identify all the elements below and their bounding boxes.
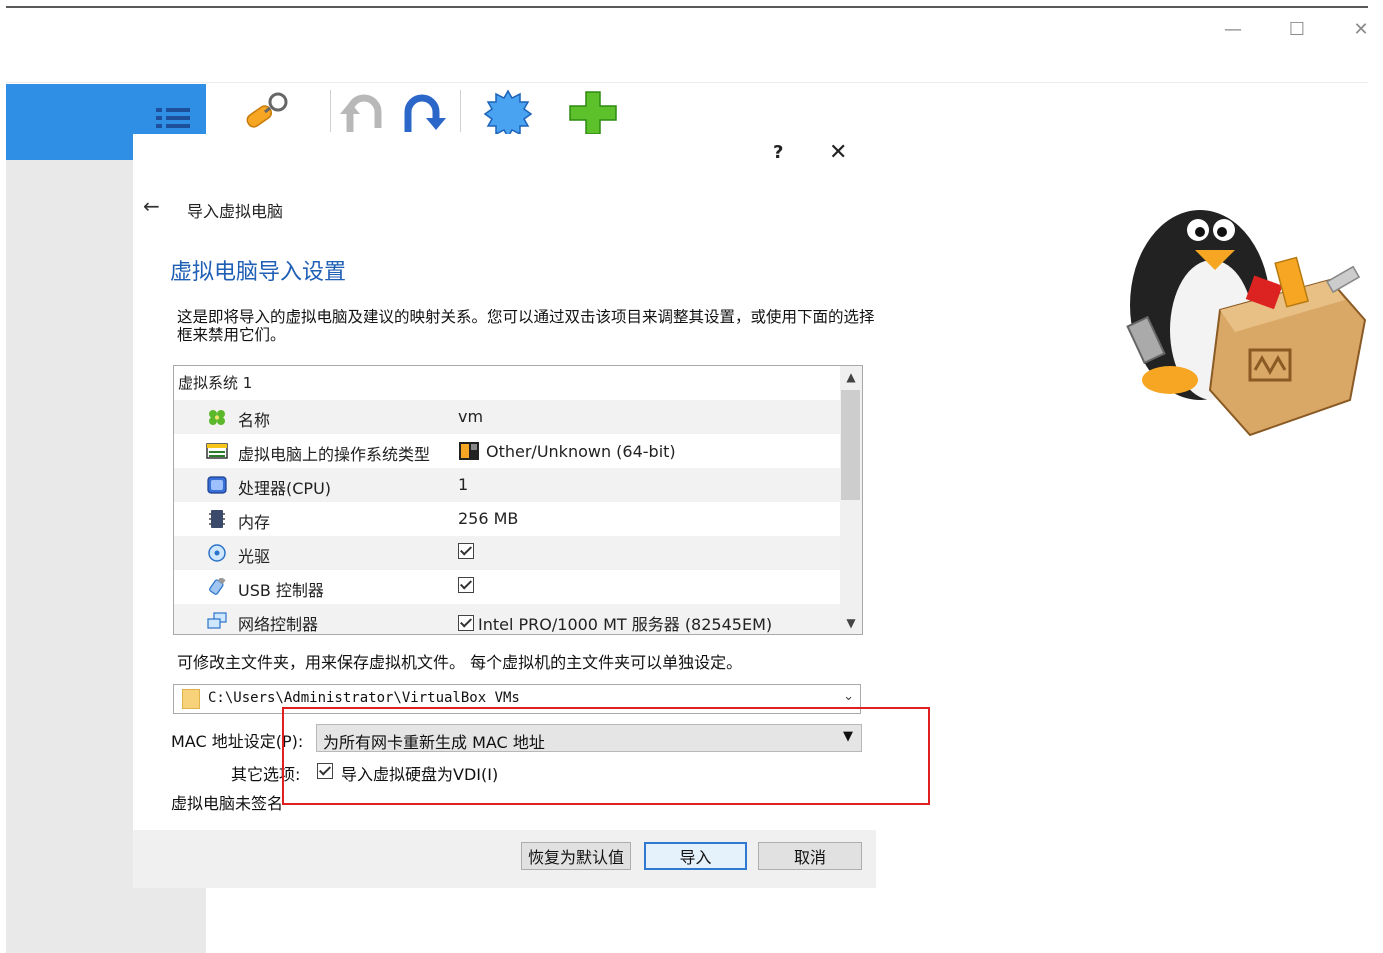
- virtual-system-group[interactable]: 虚拟系统 1: [178, 372, 252, 393]
- appliance-settings-tree[interactable]: 虚拟系统 1 名称 vm 虚拟电脑上的操作系统类型 Other/Unknown …: [173, 365, 863, 635]
- wrench-icon[interactable]: [238, 88, 294, 138]
- restore-defaults-button[interactable]: 恢复为默认值: [521, 842, 631, 870]
- tree-row-value[interactable]: [458, 577, 474, 593]
- help-button[interactable]: ?: [773, 142, 783, 163]
- tree-row-usb[interactable]: USB 控制器: [174, 570, 840, 604]
- gear-icon[interactable]: [480, 88, 536, 138]
- toolbar-divider: [330, 90, 331, 132]
- usb-checkbox[interactable]: [458, 577, 474, 593]
- tree-row-value[interactable]: 1: [458, 475, 468, 494]
- tree-row-optical-drive[interactable]: 光驱: [174, 536, 840, 570]
- tree-row-cpu[interactable]: 处理器(CPU) 1: [174, 468, 840, 502]
- network-checkbox[interactable]: [458, 615, 474, 631]
- tree-row-label: 光驱: [238, 547, 271, 566]
- page-heading: 虚拟电脑导入设置: [170, 260, 347, 285]
- list-icon[interactable]: [146, 88, 202, 138]
- minimize-button[interactable]: —: [1218, 14, 1248, 44]
- tree-row-label: 内存: [238, 513, 271, 532]
- back-arrow-icon[interactable]: ←: [143, 194, 160, 218]
- tree-row-label: 名称: [238, 411, 271, 430]
- tree-row-value[interactable]: vm: [458, 407, 483, 426]
- tree-row-value[interactable]: 256 MB: [458, 509, 518, 528]
- cpu-icon: [207, 476, 227, 494]
- import-button[interactable]: 导入: [644, 842, 747, 870]
- network-icon: [207, 612, 227, 629]
- folder-icon: [182, 689, 200, 709]
- close-dialog-button[interactable]: ✕: [829, 140, 847, 165]
- network-adapter-value: Intel PRO/1000 MT 服务器 (82545EM): [478, 615, 773, 634]
- tree-row-label: 网络控制器: [238, 615, 319, 634]
- tree-row-value[interactable]: Intel PRO/1000 MT 服务器 (82545EM): [458, 611, 773, 634]
- tree-row-name[interactable]: 名称 vm: [174, 400, 840, 434]
- tree-row-label: 虚拟电脑上的操作系统类型: [238, 445, 431, 464]
- toolbar-divider: [460, 90, 461, 132]
- tree-row-value[interactable]: Other/Unknown (64-bit): [458, 441, 676, 461]
- base-folder-note: 可修改主文件夹，用来保存虚拟机文件。 每个虚拟机的主文件夹可以单独设定。: [177, 653, 743, 672]
- tree-row-memory[interactable]: 内存 256 MB: [174, 502, 840, 536]
- tree-row-value[interactable]: [458, 543, 474, 559]
- scroll-down-icon[interactable]: ▼: [840, 612, 862, 634]
- annotation-highlight-box: [282, 707, 930, 805]
- unknown-os-icon: [459, 442, 479, 460]
- tree-scrollbar-thumb[interactable]: [841, 390, 860, 500]
- dialog-title: 导入虚拟电脑: [187, 202, 284, 221]
- chevron-down-icon[interactable]: ⌄: [843, 689, 854, 704]
- optical-drive-icon: [208, 544, 226, 562]
- signature-status: 虚拟电脑未签名: [171, 794, 284, 813]
- cancel-button[interactable]: 取消: [758, 842, 862, 870]
- tree-row-os-type[interactable]: 虚拟电脑上的操作系统类型 Other/Unknown (64-bit): [174, 434, 840, 468]
- os-type-value: Other/Unknown (64-bit): [486, 441, 676, 461]
- description-text: 这是即将导入的虚拟电脑及建议的映射关系。您可以通过双击该项目来调整其设置，或使用…: [177, 308, 875, 344]
- optical-drive-checkbox[interactable]: [458, 543, 474, 559]
- maximize-button[interactable]: ☐: [1282, 14, 1312, 44]
- base-folder-path: C:\Users\Administrator\VirtualBox VMs: [208, 690, 520, 706]
- os-type-icon: [206, 443, 228, 459]
- scroll-up-icon[interactable]: ▲: [840, 366, 862, 388]
- undo-icon[interactable]: [336, 88, 392, 138]
- usb-icon: [209, 578, 226, 595]
- tree-row-network[interactable]: 网络控制器 Intel PRO/1000 MT 服务器 (82545EM): [174, 604, 840, 634]
- name-icon: [209, 410, 225, 425]
- close-window-button[interactable]: ✕: [1346, 14, 1376, 44]
- toolbar-separator: [6, 82, 1368, 83]
- add-icon[interactable]: [566, 88, 622, 138]
- redo-icon[interactable]: [396, 88, 452, 138]
- tree-row-label: 处理器(CPU): [238, 479, 332, 498]
- tree-row-label: USB 控制器: [238, 581, 324, 600]
- virtualbox-mascot-icon: [1126, 210, 1367, 437]
- memory-icon: [209, 510, 225, 528]
- window-top-border: [6, 6, 1368, 8]
- dialog-footer: 恢复为默认值 导入 取消: [133, 830, 876, 888]
